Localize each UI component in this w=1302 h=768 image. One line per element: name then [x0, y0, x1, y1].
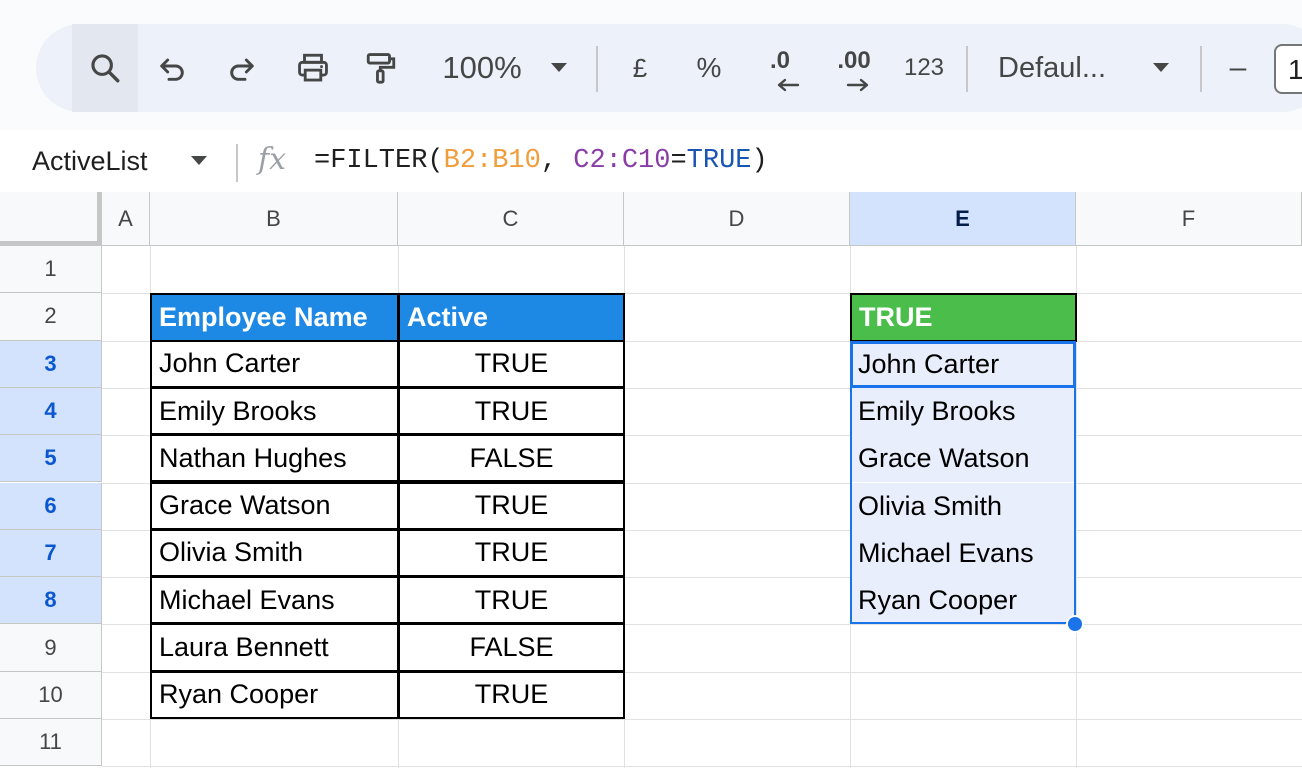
active-flag-cell[interactable]: TRUE: [398, 576, 625, 625]
fill-handle[interactable]: [1066, 615, 1084, 634]
result-header-true[interactable]: TRUE: [850, 293, 1077, 342]
formula-prefix: =FILTER(: [314, 146, 444, 176]
currency-format-button[interactable]: £: [620, 24, 660, 112]
row-header-3[interactable]: 3: [0, 340, 102, 388]
active-flag-cell[interactable]: TRUE: [398, 339, 625, 388]
column-header-a[interactable]: A: [102, 192, 150, 246]
formula-input[interactable]: =FILTER(B2:B10, C2:C10=TRUE): [314, 146, 768, 176]
row-header-2[interactable]: 2: [0, 293, 102, 341]
paint-format-button[interactable]: [356, 24, 406, 112]
row-header-11[interactable]: 11: [0, 719, 102, 767]
zoom-select[interactable]: 100%: [432, 24, 532, 112]
formula-range-1: B2:B10: [443, 146, 541, 176]
column-header-b[interactable]: B: [150, 192, 398, 246]
paint-roller-icon: [366, 53, 396, 84]
font-family-select[interactable]: Defaul...: [998, 24, 1124, 112]
active-flag-cell[interactable]: FALSE: [398, 623, 625, 672]
column-header-e[interactable]: E: [850, 192, 1076, 246]
active-flag-cell[interactable]: TRUE: [398, 528, 625, 578]
filtered-name-cell[interactable]: Michael Evans: [850, 529, 1076, 578]
formula-equals: =: [670, 146, 687, 176]
decrease-decimal-label: .0: [769, 47, 790, 74]
header-employee-name[interactable]: Employee Name: [150, 293, 399, 342]
decrease-font-size-button[interactable]: –: [1218, 24, 1258, 112]
employee-name-cell[interactable]: Olivia Smith: [150, 528, 399, 578]
font-size-input[interactable]: 1: [1274, 44, 1302, 94]
percent-format-button[interactable]: %: [688, 24, 730, 112]
arrow-left-icon: [777, 78, 800, 92]
print-button[interactable]: [288, 24, 338, 112]
number-format-label: 123: [903, 54, 945, 81]
formula-range-2: C2:C10: [573, 146, 671, 176]
redo-button[interactable]: [216, 24, 266, 112]
formula-bar-divider: [236, 144, 238, 182]
active-flag-cell[interactable]: FALSE: [398, 434, 625, 483]
name-box-dropdown[interactable]: [190, 154, 208, 172]
employee-name-cell[interactable]: John Carter: [150, 339, 399, 388]
toolbar-divider: [596, 46, 598, 92]
currency-symbol: £: [632, 52, 648, 83]
employee-name-cell[interactable]: Michael Evans: [150, 576, 399, 625]
filtered-name-cell[interactable]: John Carter: [850, 340, 1076, 388]
row-header-7[interactable]: 7: [0, 529, 102, 578]
row-header-5[interactable]: 5: [0, 435, 102, 483]
increase-decimal-button[interactable]: .00: [824, 24, 884, 112]
formula-bar: ActiveList fx =FILTER(B2:B10, C2:C10=TRU…: [0, 130, 1302, 192]
active-flag-cell[interactable]: TRUE: [398, 386, 625, 436]
row-header-10[interactable]: 10: [0, 671, 102, 719]
column-header-c[interactable]: C: [398, 192, 624, 246]
filtered-name-cell[interactable]: Emily Brooks: [850, 387, 1076, 436]
caret-down-icon: [1153, 63, 1169, 72]
gridline-horizontal: [102, 766, 1302, 768]
toolbar-divider: [966, 46, 968, 92]
header-active[interactable]: Active: [398, 293, 625, 342]
search-icon: [91, 54, 120, 83]
more-formats-button[interactable]: 123: [896, 24, 952, 112]
undo-icon: [160, 58, 184, 81]
zoom-dropdown-button[interactable]: [544, 24, 574, 112]
fx-icon: fx: [258, 142, 287, 177]
filtered-name-cell[interactable]: Grace Watson: [850, 435, 1076, 483]
font-size-value: 1: [1288, 54, 1302, 85]
toolbar: 100% £ % .0 .00 123 Defaul... – 1: [36, 24, 1302, 112]
gridline-horizontal: [102, 719, 1302, 720]
percent-symbol: %: [696, 52, 722, 83]
toolbar-divider: [1200, 46, 1202, 92]
printer-icon: [298, 53, 328, 82]
row-header-8[interactable]: 8: [0, 577, 102, 625]
spreadsheet-grid: A B C D E F 1 2 3 4 5 6 7 8 9 10 11 Employee Name Active Jo…: [0, 192, 1302, 768]
employee-name-cell[interactable]: Grace Watson: [150, 481, 399, 530]
undo-button[interactable]: [148, 24, 198, 112]
row-header-1[interactable]: 1: [0, 246, 102, 294]
arrow-right-icon: [846, 78, 869, 92]
row-header-9[interactable]: 9: [0, 624, 102, 672]
employee-name-cell[interactable]: Nathan Hughes: [150, 434, 399, 483]
caret-down-icon: [191, 156, 207, 165]
active-flag-cell[interactable]: TRUE: [398, 481, 625, 530]
filtered-name-cell[interactable]: Ryan Cooper: [850, 577, 1076, 625]
increase-decimal-label: .00: [837, 47, 871, 74]
employee-name-cell[interactable]: Laura Bennett: [150, 623, 399, 672]
caret-down-icon: [551, 63, 567, 72]
select-all-corner[interactable]: [0, 192, 102, 246]
search-menus-button[interactable]: [72, 24, 138, 112]
name-box[interactable]: ActiveList: [32, 146, 148, 177]
column-header-f[interactable]: F: [1076, 192, 1302, 246]
zoom-value: 100%: [442, 50, 522, 85]
formula-comma: ,: [540, 146, 574, 176]
active-flag-cell[interactable]: TRUE: [398, 670, 625, 719]
row-header-6[interactable]: 6: [0, 482, 102, 530]
employee-name-cell[interactable]: Ryan Cooper: [150, 670, 399, 719]
minus-icon: –: [1229, 51, 1247, 84]
row-header-4[interactable]: 4: [0, 387, 102, 436]
filtered-name-cell[interactable]: Olivia Smith: [850, 482, 1076, 530]
employee-name-cell[interactable]: Emily Brooks: [150, 386, 399, 436]
font-name: Defaul...: [998, 51, 1106, 84]
redo-icon: [230, 58, 254, 81]
decrease-decimal-button[interactable]: .0: [752, 24, 808, 112]
column-header-d[interactable]: D: [624, 192, 850, 246]
font-dropdown-button[interactable]: [1146, 24, 1176, 112]
formula-literal: TRUE: [686, 146, 752, 176]
formula-close: ): [751, 146, 768, 176]
